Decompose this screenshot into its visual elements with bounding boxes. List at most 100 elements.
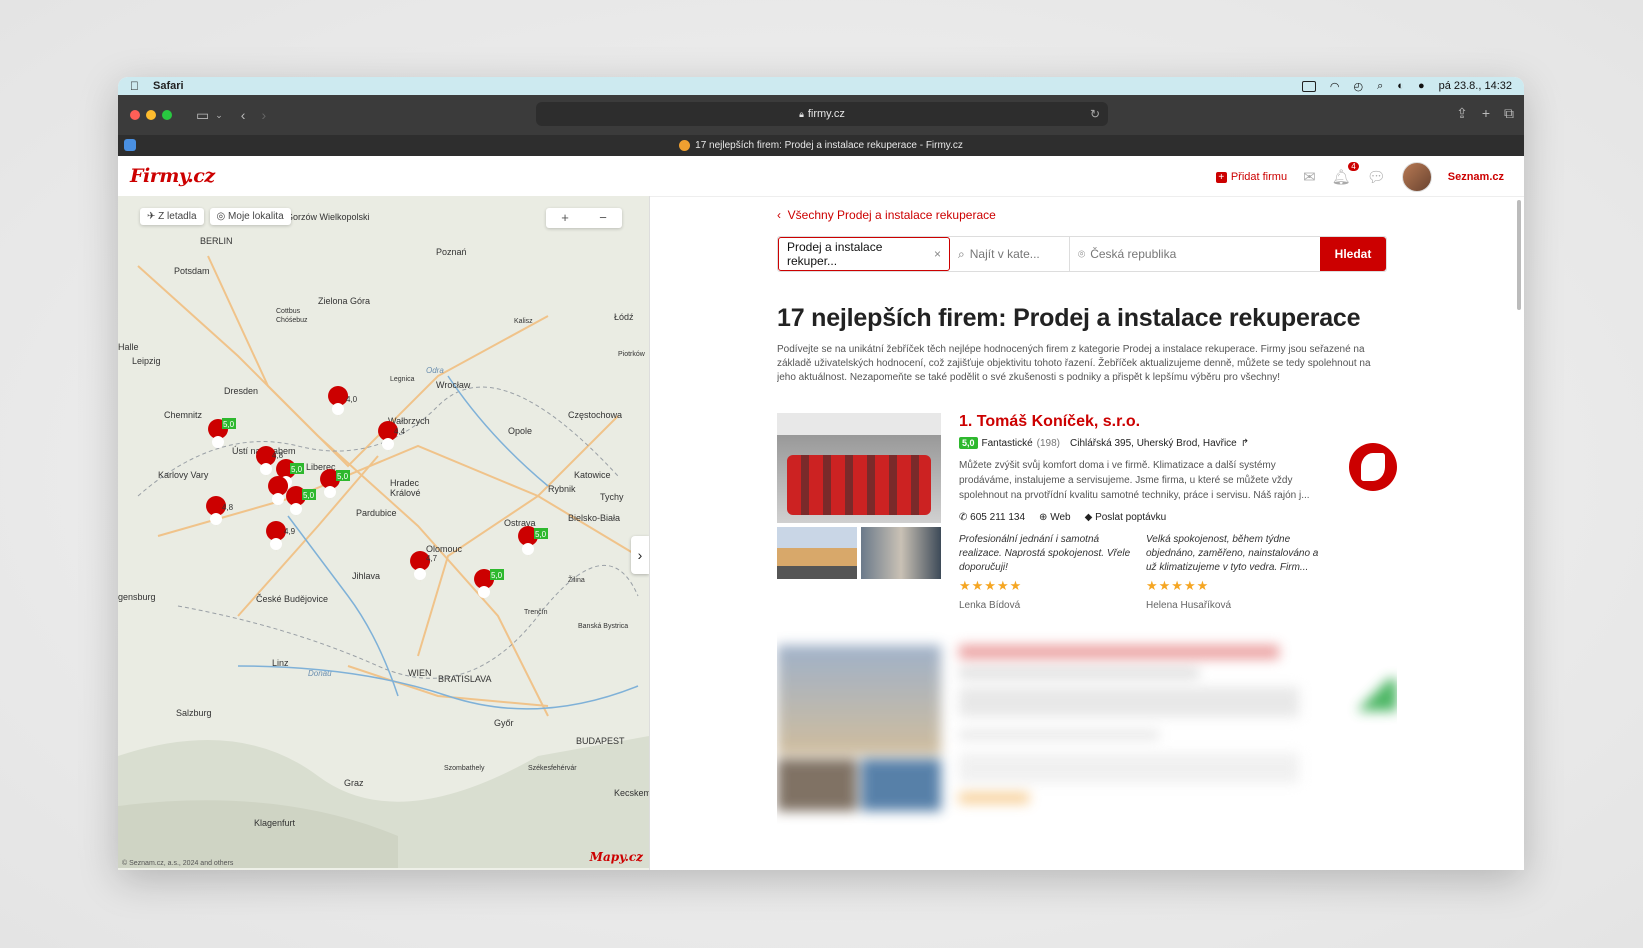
map-label-city: Szombathely bbox=[444, 765, 485, 772]
review-author: Lenka Bídová bbox=[959, 600, 1021, 611]
map-label-city: Potsdam bbox=[174, 266, 210, 276]
mapy-logo[interactable]: Mapy.cz bbox=[590, 850, 643, 864]
map-label-city: Chemnitz bbox=[164, 410, 203, 420]
map-label-city: WIEN bbox=[408, 668, 432, 678]
zoom-in-button[interactable]: + bbox=[546, 208, 584, 228]
add-firm-button[interactable]: + Přidat firmu bbox=[1215, 171, 1287, 183]
macos-menubar:  Safari ◠ ◴ ⌕ ◐ ● pá 23.8., 14:32 bbox=[118, 77, 1524, 95]
category-search-input[interactable]: ⌕ Najít v kate... bbox=[950, 237, 1070, 271]
search-icon[interactable]: ⌕ bbox=[1377, 80, 1383, 93]
chevron-down-icon[interactable]: ⌄ bbox=[215, 110, 223, 121]
phone-link[interactable]: ✆ 605 211 134 bbox=[959, 512, 1025, 523]
map-label-city: Olomouc bbox=[426, 544, 463, 554]
map-label-city: Graz bbox=[344, 778, 364, 788]
firm-name[interactable]: 1. Tomáš Koníček, s.r.o. bbox=[959, 413, 1319, 431]
page-title: 17 nejlepších firem: Prodej a instalace … bbox=[777, 304, 1361, 332]
mail-icon[interactable]: ✉ bbox=[1303, 168, 1316, 186]
map-label-city: Tychy bbox=[600, 492, 624, 502]
score-badge: 5,0 bbox=[959, 437, 978, 449]
map-label-city: České Budějovice bbox=[256, 594, 328, 604]
back-arrow-icon[interactable]: ‹ bbox=[241, 107, 246, 123]
safari-toolbar: ▭ ⌄ ‹ › 🔒︎ firmy.cz ↻ ⇪ + ⧉ bbox=[118, 95, 1524, 135]
rating-label: Fantastické bbox=[981, 437, 1033, 449]
route-icon[interactable]: ↱ bbox=[1241, 438, 1249, 449]
svg-text:5,0: 5,0 bbox=[291, 465, 303, 474]
bell-icon[interactable]: 🔔︎ 4 bbox=[1332, 162, 1359, 186]
map[interactable]: BERLIN Poznań Potsdam Gorzów Wielkopolsk… bbox=[118, 196, 650, 870]
firm-main-photo[interactable] bbox=[777, 413, 941, 523]
firm-address[interactable]: Cihlářská 395, Uherský Brod, Havřice bbox=[1070, 438, 1237, 449]
sidebar-icon[interactable]: ▭ bbox=[196, 107, 209, 124]
map-copyright[interactable]: © Seznam.cz, a.s., 2024 and others bbox=[122, 860, 233, 867]
svg-text:5,0: 5,0 bbox=[223, 420, 235, 429]
zoom-out-button[interactable]: − bbox=[584, 208, 622, 228]
lock-icon: 🔒︎ bbox=[799, 108, 804, 119]
control-center-icon[interactable]: ◐ bbox=[1397, 80, 1404, 92]
chat-icon[interactable]: 💬︎ bbox=[1367, 168, 1386, 186]
location-pin-icon: ⌾ bbox=[1078, 246, 1086, 261]
map-label-city: Łódź bbox=[614, 312, 634, 322]
battery-icon[interactable] bbox=[1301, 80, 1316, 92]
rating-count[interactable]: (198) bbox=[1037, 438, 1060, 449]
send-inquiry-link[interactable]: ◆ Poslat poptávku bbox=[1085, 512, 1167, 523]
map-label-city: Opole bbox=[508, 426, 532, 436]
minimize-window-button[interactable] bbox=[146, 110, 156, 120]
main-content: ‹ Všechny Prodej a instalace rekuperace … bbox=[777, 196, 1397, 870]
firm-photo-worker[interactable] bbox=[861, 527, 941, 579]
share-icon[interactable]: ⇪ bbox=[1456, 105, 1468, 122]
map-label-city: Győr bbox=[494, 718, 514, 728]
search-what-value: Prodej a instalace rekuper... bbox=[787, 240, 883, 268]
search-button[interactable]: Hledat bbox=[1320, 237, 1386, 271]
map-label-city: Cottbus bbox=[276, 308, 301, 315]
globe-icon: ⊕ bbox=[1039, 512, 1051, 523]
firm-card[interactable]: 1. Tomáš Koníček, s.r.o. 5,0 Fantastické… bbox=[777, 413, 1397, 611]
map-label-city: Wrocław bbox=[436, 380, 471, 390]
tab-overview-icon[interactable]: ⧉ bbox=[1504, 105, 1514, 122]
siri-icon[interactable]: ● bbox=[1418, 80, 1425, 92]
aerial-view-button[interactable]: ✈ Z letadla bbox=[140, 208, 204, 225]
location-placeholder: Česká republika bbox=[1090, 247, 1177, 261]
firm-logo[interactable] bbox=[1349, 443, 1397, 491]
clock-icon[interactable]: ◴ bbox=[1354, 80, 1364, 93]
account-link[interactable]: Seznam.cz bbox=[1448, 171, 1504, 183]
map-label-city: Kecskemét bbox=[614, 788, 649, 798]
avatar[interactable] bbox=[1401, 162, 1432, 192]
map-label-city: Katowice bbox=[574, 470, 611, 480]
firmy-logo[interactable]: Firmy.cz bbox=[130, 165, 215, 187]
review-item[interactable]: Profesionální jednání i samotná realizac… bbox=[959, 533, 1132, 613]
category-placeholder: Najít v kate... bbox=[969, 247, 1040, 261]
apple-icon[interactable]:  bbox=[130, 79, 139, 93]
forward-arrow-icon[interactable]: › bbox=[261, 107, 266, 123]
active-tab[interactable]: 17 nejlepších firem: Prodej a instalace … bbox=[679, 140, 963, 151]
map-label-city: Poznań bbox=[436, 247, 467, 257]
map-label-city: Piotrków bbox=[618, 351, 646, 358]
search-what-input[interactable]: Prodej a instalace rekuper... × bbox=[778, 237, 950, 271]
zoom-window-button[interactable] bbox=[162, 110, 172, 120]
menubar-clock[interactable]: pá 23.8., 14:32 bbox=[1439, 80, 1512, 92]
new-tab-icon[interactable]: + bbox=[1482, 105, 1490, 122]
web-link[interactable]: ⊕ Web bbox=[1039, 512, 1071, 523]
wifi-icon[interactable]: ◠ bbox=[1330, 80, 1340, 93]
reload-icon[interactable]: ↻ bbox=[1090, 107, 1100, 121]
clear-icon[interactable]: × bbox=[934, 247, 941, 261]
pinned-tab-icon[interactable] bbox=[124, 139, 136, 151]
back-link[interactable]: ‹ Všechny Prodej a instalace rekuperace bbox=[777, 208, 1397, 222]
page-scrollbar[interactable] bbox=[1517, 200, 1521, 310]
close-window-button[interactable] bbox=[130, 110, 140, 120]
map-label-city: Zielona Góra bbox=[318, 296, 370, 306]
my-location-button[interactable]: ◎ Moje lokalita bbox=[209, 208, 291, 225]
map-label-city: BUDAPEST bbox=[576, 736, 625, 746]
map-label-city: Žilina bbox=[568, 575, 585, 584]
address-bar[interactable]: 🔒︎ firmy.cz ↻ bbox=[536, 102, 1108, 126]
review-stars: ★★★★★ bbox=[959, 578, 1023, 593]
collapse-map-arrow-icon[interactable]: › bbox=[631, 536, 649, 574]
map-label-city: Székesfehérvár bbox=[528, 765, 577, 772]
firm-photo-house[interactable] bbox=[777, 527, 857, 579]
favicon-icon bbox=[679, 140, 691, 151]
map-label-city: Odra bbox=[426, 366, 444, 375]
location-input[interactable]: ⌾ Česká republika bbox=[1070, 237, 1320, 271]
menubar-app-name[interactable]: Safari bbox=[153, 80, 184, 92]
review-item[interactable]: Velká spokojenost, během týdne objednáno… bbox=[1146, 533, 1319, 613]
map-canvas[interactable]: BERLIN Poznań Potsdam Gorzów Wielkopolsk… bbox=[118, 196, 649, 868]
map-label-city: Králové bbox=[390, 488, 421, 498]
